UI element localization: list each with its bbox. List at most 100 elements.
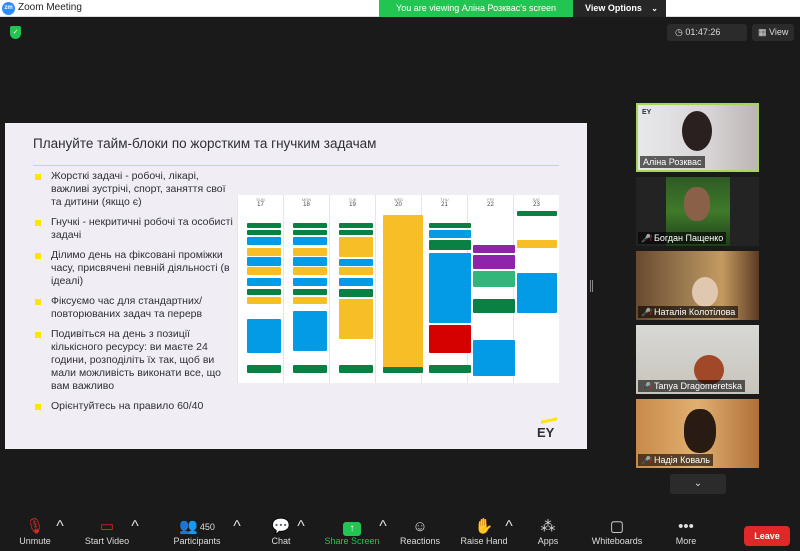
video-options-caret[interactable]: ^	[131, 518, 139, 551]
participant-video-tile[interactable]: EY Аліна Розквас	[636, 103, 759, 172]
slide-bullet: Фіксуємо час для стандартних/повторювани…	[35, 295, 235, 321]
calendar-event	[383, 215, 423, 373]
raise-hand-options-caret[interactable]: ^	[505, 518, 513, 551]
viewing-banner: You are viewing Аліна Розквас's screen	[379, 0, 573, 17]
clock-icon: ◷	[675, 27, 683, 37]
calendar-event	[293, 297, 327, 304]
participants-label: Participants	[173, 536, 221, 546]
shield-icon[interactable]: ✓	[10, 26, 21, 39]
ey-logo: EY	[537, 425, 555, 440]
calendar-event	[247, 278, 281, 286]
timer-value: 01:47:26	[685, 27, 721, 37]
calendar-event	[473, 255, 515, 269]
calendar-event	[339, 278, 373, 286]
mic-muted-icon: 🎤̸	[641, 234, 651, 243]
scroll-down-button[interactable]: ⌄	[670, 474, 726, 494]
reactions-label: Reactions	[399, 536, 441, 546]
calendar-day-number: 20	[395, 202, 402, 208]
audio-options-caret[interactable]: ^	[56, 518, 64, 551]
more-button[interactable]: ••• More	[670, 518, 702, 551]
calendar-event	[247, 248, 281, 256]
mic-muted-icon: 🎤̸	[641, 382, 651, 391]
shared-screen-slide: Плануйте тайм-блоки по жорстким та гнучк…	[5, 123, 587, 449]
participant-video-tile[interactable]: 🎤̸ Наталія Колотілова	[636, 251, 759, 320]
resize-handle[interactable]	[590, 280, 593, 292]
share-screen-button[interactable]: ↑ Share Screen	[322, 518, 382, 551]
participant-name: 🎤̸ Надія Коваль	[638, 454, 713, 466]
calendar-event	[293, 223, 327, 228]
participant-name: 🎤̸ Tanya Dragomeretska	[638, 380, 746, 392]
avatar	[692, 277, 718, 307]
calendar-event	[473, 271, 515, 287]
calendar-event	[247, 257, 281, 266]
share-options-caret[interactable]: ^	[379, 518, 387, 551]
calendar-event	[247, 223, 281, 228]
calendar-event	[247, 230, 281, 235]
participant-video-tile[interactable]: 🎤̸ Tanya Dragomeretska	[636, 325, 759, 394]
participant-video-tile[interactable]: 🎤̸ Надія Коваль	[636, 399, 759, 468]
calendar-day-number: 17	[257, 202, 264, 208]
calendar-day-number: 23	[533, 202, 540, 208]
apps-button[interactable]: ⁂ Apps	[533, 518, 563, 551]
view-options-button[interactable]: View Options ⌄	[573, 0, 666, 17]
ey-badge: EY	[642, 109, 652, 116]
participant-name-text: Tanya Dragomeretska	[653, 381, 743, 391]
calendar-event	[517, 240, 557, 248]
calendar-event	[517, 273, 557, 313]
mic-muted-icon: 🎤̸	[641, 308, 651, 317]
unmute-label: Unmute	[19, 536, 51, 546]
grid-icon: ▦	[758, 27, 767, 37]
avatar	[684, 187, 710, 221]
slide-bullet: Гнучкі - некритичні робочі та особисті з…	[35, 216, 235, 242]
chat-icon: 💬	[271, 518, 291, 535]
calendar-event	[473, 299, 515, 313]
avatar	[682, 111, 712, 151]
participant-name: Аліна Розквас	[640, 156, 705, 168]
calendar-event	[429, 223, 471, 228]
chat-options-caret[interactable]: ^	[297, 518, 305, 551]
calendar-event	[339, 365, 373, 373]
calendar-event	[339, 230, 373, 235]
calendar-event	[293, 267, 327, 275]
participants-button[interactable]: 👥 450 Participants	[170, 518, 224, 551]
calendar-event	[339, 259, 373, 266]
smiley-icon: ☺	[412, 518, 428, 535]
leave-button[interactable]: Leave	[744, 526, 790, 546]
calendar-event	[429, 325, 471, 353]
calendar-event	[473, 340, 515, 376]
meeting-toolbar: 🎙 Unmute ^ ▭ Start Video ^ 👥 450 Particip…	[0, 512, 800, 551]
slide-title: Плануйте тайм-блоки по жорстким та гнучк…	[33, 136, 377, 151]
calendar-event	[247, 297, 281, 304]
calendar-event	[293, 311, 327, 351]
slide-divider	[33, 165, 559, 166]
calendar-event	[339, 289, 373, 297]
window-title: Zoom Meeting	[18, 2, 82, 13]
calendar-event	[293, 237, 327, 245]
participant-video-tile[interactable]: 🎤̸ Богдан Пащенко	[636, 177, 759, 246]
calendar-event	[293, 248, 327, 256]
slide-bullet: Жорсткі задачі - робочі, лікарі, важливі…	[35, 170, 235, 209]
calendar-event	[429, 365, 471, 373]
reactions-button[interactable]: ☺ Reactions	[398, 518, 442, 551]
start-video-button[interactable]: ▭ Start Video	[80, 518, 134, 551]
chat-label: Chat	[271, 536, 291, 546]
participant-name-text: Богдан Пащенко	[653, 233, 724, 243]
slide-bullet-list: Жорсткі задачі - робочі, лікарі, важливі…	[35, 170, 235, 420]
whiteboards-button[interactable]: ▢ Whiteboards	[588, 518, 646, 551]
chat-button[interactable]: 💬 Chat	[264, 518, 298, 551]
unmute-button[interactable]: 🎙 Unmute	[12, 518, 58, 551]
view-button[interactable]: ▦ View	[752, 24, 794, 41]
calendar-event	[293, 365, 327, 373]
raise-hand-button[interactable]: ✋ Raise Hand	[460, 518, 508, 551]
participant-name-text: Наталія Колотілова	[653, 307, 736, 317]
participants-icon: 👥 450	[179, 518, 215, 535]
hand-icon: ✋	[474, 518, 494, 535]
participant-name: 🎤̸ Наталія Колотілова	[638, 306, 739, 318]
calendar-event	[339, 237, 373, 257]
participants-options-caret[interactable]: ^	[233, 518, 241, 551]
calendar-event	[247, 289, 281, 295]
chevron-down-icon: ⌄	[693, 478, 703, 489]
calendar-event	[247, 365, 281, 373]
calendar-day-number: 18	[303, 202, 310, 208]
calendar-event	[429, 230, 471, 238]
